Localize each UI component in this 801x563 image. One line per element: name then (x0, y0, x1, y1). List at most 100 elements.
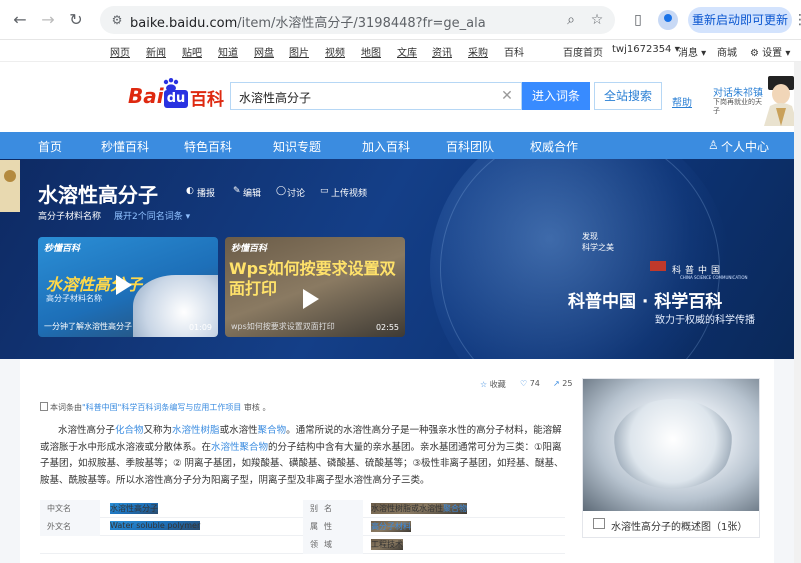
upload-video-button[interactable]: 上传视频 (331, 186, 367, 199)
kepu-seal-icon (650, 261, 666, 271)
edit-icon[interactable]: ✎ (233, 186, 241, 196)
info-row: 中文名 水溶性高分子 别名 水溶性树脂或水溶性聚合物 (40, 500, 565, 518)
reload-icon[interactable]: ↻ (66, 10, 86, 30)
topnav-map[interactable]: 地图 (361, 44, 381, 59)
topnav-pan[interactable]: 网盘 (254, 44, 274, 59)
nav-home[interactable]: 首页 (38, 138, 62, 155)
link-water-soluble-polymer[interactable]: 水溶性聚合物 (211, 442, 268, 453)
link-polymer[interactable]: 聚合物 (258, 425, 287, 436)
image-caption: 水溶性高分子的概述图（1张） (611, 522, 748, 533)
info-key: 属性 (310, 522, 338, 531)
share-icon: ↗ (553, 379, 560, 388)
nav-user-center[interactable]: 个人中心 (721, 138, 769, 155)
video-caption: 一分钟了解水溶性高分子 (44, 322, 132, 331)
url-text[interactable]: baike.baidu.com/item/水溶性高分子/3198448?fr=g… (130, 12, 486, 31)
info-key: 别名 (310, 504, 338, 513)
menu-icon[interactable]: ⋮ (793, 10, 801, 30)
play-icon[interactable] (116, 275, 132, 295)
discuss-button[interactable]: 讨论 (287, 186, 305, 199)
powder-photo[interactable] (583, 379, 759, 511)
topnav-purchase[interactable]: 采购 (468, 44, 488, 59)
search-query[interactable]: 水溶性高分子 (239, 89, 311, 106)
video-brand: 秒懂百科 (44, 244, 81, 254)
video-overlay-subtitle: 高分子材料名称 (46, 294, 102, 303)
topnav-settings[interactable]: ⚙ 设置 ▾ (750, 44, 790, 59)
review-project-link[interactable]: "科普中国"科学百科词条编写与应用工作项目 (82, 403, 241, 412)
promo-title[interactable]: 对话朱祁镇 (713, 84, 763, 99)
topnav-news[interactable]: 新闻 (146, 44, 166, 59)
image-caption-bar[interactable]: 水溶性高分子的概述图（1张） (583, 511, 759, 537)
back-icon[interactable]: ← (10, 10, 30, 30)
topnav-baike[interactable]: 百科 (504, 44, 524, 59)
enter-entry-button[interactable]: 进入词条 (522, 82, 590, 110)
nav-miaodong[interactable]: 秒懂百科 (101, 138, 149, 155)
link-polymer-infobox[interactable]: 聚合物 (443, 504, 467, 513)
site-info-icon[interactable]: ⚙ (108, 11, 126, 29)
page-scrollbar[interactable] (794, 62, 801, 563)
topnav-mall[interactable]: 商城 (717, 44, 737, 59)
topnav-messages[interactable]: 消息 ▾ (678, 44, 706, 59)
profile-avatar[interactable] (658, 10, 678, 30)
nav-topics[interactable]: 知识专题 (273, 138, 321, 155)
video-card[interactable]: 秒懂百科 水溶性高分子 高分子材料名称 一分钟了解水溶性高分子 01:09 (38, 237, 218, 337)
address-bar[interactable]: ⚙ baike.baidu.com/item/水溶性高分子/3198448?fr… (100, 6, 615, 34)
share-button[interactable]: ↗ 25 (553, 379, 572, 388)
star-icon: ☆ (480, 380, 488, 389)
site-search-button[interactable]: 全站搜索 (594, 82, 662, 110)
info-key: 领域 (310, 540, 338, 549)
video-card[interactable]: 秒懂百科 Wps如何按要求设置双面打印 wps如何按要求设置双面打印 02:55 (225, 237, 405, 337)
discuss-icon[interactable]: ◯ (276, 186, 286, 196)
expand-homonyms-link[interactable]: 展开2个同名词条 ▾ (114, 209, 190, 222)
entry-banner: 水溶性高分子 ◐ 播报 ✎ 编辑 ◯ 讨论 ▭ 上传视频 高分子材料名称 展开2… (0, 159, 801, 359)
video-duration: 01:09 (188, 323, 212, 332)
nav-join[interactable]: 加入百科 (362, 138, 410, 155)
link-water-soluble-resin[interactable]: 水溶性树脂 (172, 425, 220, 436)
forward-icon[interactable]: → (38, 10, 58, 30)
kepu-title: 科普中国 · 科学百科 (568, 292, 723, 312)
nav-featured[interactable]: 特色百科 (184, 138, 232, 155)
topnav-baidu-home[interactable]: 百度首页 (563, 44, 603, 59)
discover-label: 发现 科学之美 (582, 232, 614, 252)
help-link[interactable]: 帮助 (672, 94, 692, 109)
nav-team[interactable]: 百科团队 (446, 138, 494, 155)
like-button[interactable]: ♡ 74 (520, 379, 540, 388)
zoom-icon[interactable]: ⌕ (562, 11, 580, 29)
info-row: 外文名 Water soluble polymer 属性 高分子材料 (40, 518, 565, 536)
topnav-wenku[interactable]: 文库 (397, 44, 417, 59)
upload-video-icon[interactable]: ▭ (320, 186, 329, 196)
bookmark-star-icon[interactable]: ☆ (588, 11, 606, 29)
topnav-video[interactable]: 视频 (325, 44, 345, 59)
topnav-tieba[interactable]: 贴吧 (182, 44, 202, 59)
search-input[interactable]: 水溶性高分子 ✕ (230, 82, 522, 110)
topnav-zhidao[interactable]: 知道 (218, 44, 238, 59)
entry-subtitle: 高分子材料名称 (38, 212, 102, 222)
summary-image-card[interactable]: 水溶性高分子的概述图（1张） (582, 378, 760, 538)
link-compound[interactable]: 化合物 (115, 425, 144, 436)
baidu-top-nav: 网页 新闻 贴吧 知道 网盘 图片 视频 地图 文库 资讯 采购 百科 百度首页… (0, 40, 801, 62)
side-panel-icon[interactable]: ▯ (628, 10, 648, 30)
broadcast-button[interactable]: 播报 (197, 186, 215, 199)
review-notice: 本词条由"科普中国"科学百科词条编写与应用工作项目 审核 。 (40, 402, 270, 413)
clear-icon[interactable]: ✕ (499, 87, 515, 105)
baidu-baike-logo[interactable]: Bai du 百科 (128, 78, 224, 110)
collect-button[interactable]: ☆ 收藏 (480, 379, 506, 390)
topnav-info[interactable]: 资讯 (432, 44, 452, 59)
topnav-username[interactable]: twj1672354 ▾ (612, 44, 680, 55)
link-polymer-material[interactable]: 高分子材料 (371, 522, 411, 531)
broadcast-icon[interactable]: ◐ (186, 186, 194, 196)
info-value: Water soluble polymer (110, 521, 201, 530)
play-icon[interactable] (303, 289, 319, 309)
side-float-tab[interactable] (0, 160, 20, 212)
topnav-web[interactable]: 网页 (110, 44, 130, 59)
edit-button[interactable]: 编辑 (243, 186, 261, 199)
gallery-icon (593, 518, 605, 529)
nav-partners[interactable]: 权威合作 (530, 138, 578, 155)
promo-subtitle[interactable]: 下岗再就业的天子 (713, 98, 763, 116)
video-caption: wps如何按要求设置双面打印 (231, 322, 335, 331)
user-center-icon[interactable]: ♙ (708, 138, 719, 152)
topnav-images[interactable]: 图片 (289, 44, 309, 59)
baike-header: Bai du 百科 水溶性高分子 ✕ 进入词条 全站搜索 帮助 对话朱祁镇 下岗… (0, 62, 801, 132)
summary-paragraph: 水溶性高分子化合物又称为水溶性树脂或水溶性聚合物。通常所说的水溶性高分子是一种强… (40, 425, 564, 486)
restart-update-button[interactable]: 重新启动即可更新 (688, 7, 792, 33)
info-value: 水溶性高分子 (110, 503, 158, 514)
